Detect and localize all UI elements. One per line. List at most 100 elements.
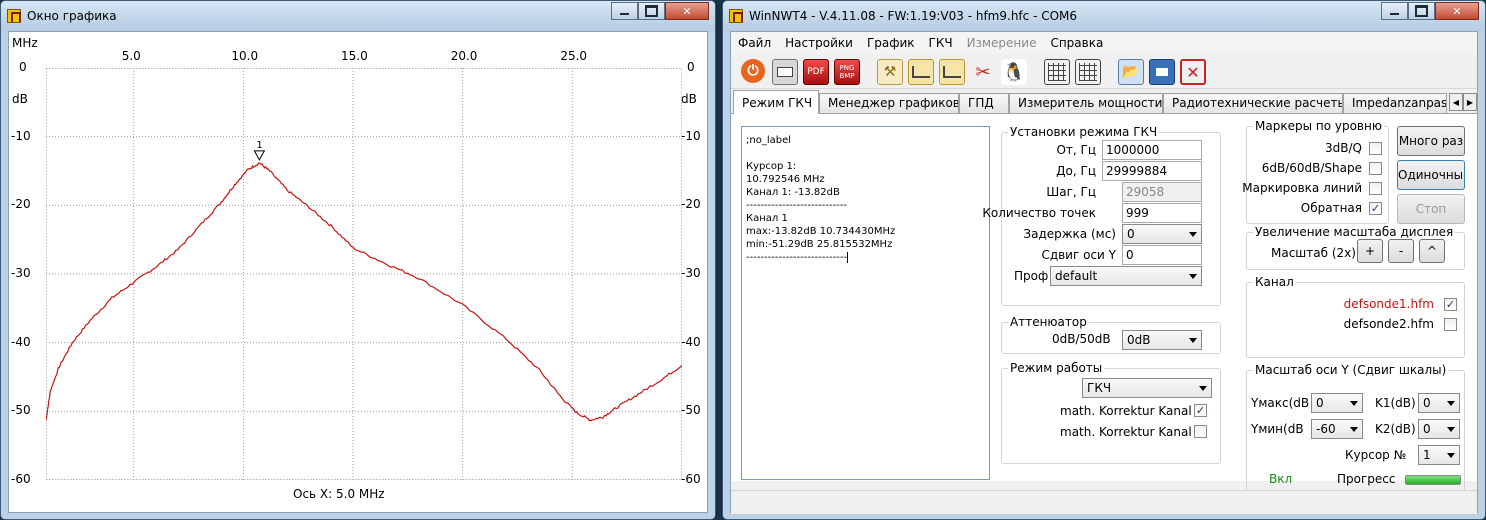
graph-window-titlebar[interactable]: Окно графика ✕ bbox=[1, 1, 715, 31]
png-bmp-export-icon[interactable]: PNG BMP bbox=[834, 59, 860, 85]
channel1-checkbox[interactable]: ✓ bbox=[1444, 298, 1457, 311]
ymin-dropdown[interactable]: -60 bbox=[1311, 419, 1363, 439]
main-window-titlebar[interactable]: WinNWT4 - V.4.11.08 - FW:1.19:V03 - hfm9… bbox=[723, 1, 1485, 31]
delay-value: 0 bbox=[1127, 227, 1135, 241]
yshift-field[interactable]: 0 bbox=[1122, 245, 1202, 265]
ymax-dropdown[interactable]: 0 bbox=[1311, 393, 1363, 413]
menu-sweep[interactable]: ГКЧ bbox=[922, 32, 960, 54]
tools-icon[interactable]: ⚒ bbox=[877, 59, 903, 85]
sweep-settings-title: Установки режима ГКЧ bbox=[1008, 125, 1160, 139]
tab-scroll-left-icon[interactable]: ◀ bbox=[1449, 93, 1463, 111]
inverse-label: Обратная bbox=[1300, 201, 1362, 215]
menu-file[interactable]: Файл bbox=[731, 32, 778, 54]
y-tick-label-left: -40 bbox=[11, 334, 31, 349]
menu-help[interactable]: Справка bbox=[1043, 32, 1110, 54]
open-folder-icon[interactable]: 📂 bbox=[1118, 59, 1144, 85]
level-markers-group: Маркеры по уровню 3dB/Q 6dB/60dB/Shape М… bbox=[1242, 119, 1389, 224]
print-icon[interactable] bbox=[772, 59, 798, 85]
profile-value: default bbox=[1055, 269, 1098, 283]
minimize-button[interactable] bbox=[611, 2, 638, 20]
display-zoom-group: Увеличение масштаба дисплея Масштаб (2x)… bbox=[1246, 225, 1465, 270]
to-field[interactable]: 29999884 bbox=[1102, 161, 1202, 181]
print-pdf-icon[interactable]: PDF bbox=[803, 59, 829, 85]
k2-value: 0 bbox=[1423, 422, 1431, 436]
tab-vfo[interactable]: ГПД bbox=[959, 93, 1009, 113]
mode-dropdown[interactable]: ГКЧ bbox=[1082, 378, 1212, 398]
maximize-button[interactable] bbox=[1408, 2, 1435, 20]
points-field[interactable]: 999 bbox=[1122, 203, 1202, 223]
single-sweep-button[interactable]: Одиночный bbox=[1397, 160, 1465, 190]
clear-x-icon[interactable] bbox=[1180, 59, 1206, 85]
marker-label: 1 bbox=[256, 140, 262, 151]
menu-graph[interactable]: График bbox=[860, 32, 922, 54]
close-button[interactable]: ✕ bbox=[665, 2, 709, 20]
y-tick-label-right: -50 bbox=[681, 403, 701, 418]
grid-settings-icon[interactable] bbox=[1075, 59, 1101, 85]
app-icon bbox=[7, 9, 21, 23]
x-tick-label: 25.0 bbox=[560, 49, 588, 63]
info-textbox[interactable]: ;no_label Курсор 1: 10.792546 MHz Канал … bbox=[741, 126, 990, 480]
attenuator-dropdown[interactable]: 0dB bbox=[1122, 330, 1202, 350]
line-marking-checkbox[interactable] bbox=[1369, 182, 1382, 195]
marker-triangle bbox=[253, 150, 266, 161]
multi-sweep-button[interactable]: Много раз bbox=[1397, 126, 1465, 156]
shape-checkbox[interactable] bbox=[1369, 162, 1382, 175]
info-line: max:-13.82dB 10.734430MHz bbox=[746, 226, 896, 237]
cursor-number-dropdown[interactable]: 1 bbox=[1418, 445, 1460, 465]
y-unit-right-label: dB bbox=[681, 92, 697, 106]
graph-area[interactable]: MHz dB dB Ось X: 5.0 MHz 5.0 10.0 15.0 20.0… bbox=[8, 31, 708, 513]
delay-dropdown[interactable]: 0 bbox=[1122, 224, 1202, 244]
tab-rf-calculations[interactable]: Радиотехнические расчеты bbox=[1163, 93, 1343, 113]
maximize-button[interactable] bbox=[638, 2, 665, 20]
info-line: Канал 1: -13.82dB bbox=[746, 187, 840, 198]
q3db-checkbox[interactable] bbox=[1369, 142, 1382, 155]
menu-bar: Файл Настройки График ГКЧ Измерение Спра… bbox=[731, 32, 1477, 54]
tab-sweep-mode[interactable]: Режим ГКЧ bbox=[733, 90, 819, 114]
y-tick-label-right: -30 bbox=[681, 266, 701, 280]
from-label: От, Гц bbox=[1056, 143, 1096, 157]
tab-impedance-match[interactable]: Impedanzanpass bbox=[1343, 93, 1447, 113]
info-line: Курсор 1: bbox=[746, 161, 797, 172]
y-tick-label-left: -30 bbox=[11, 266, 31, 280]
zoom-minus-button[interactable]: - bbox=[1388, 239, 1414, 263]
chevron-down-icon bbox=[1350, 401, 1358, 406]
from-field[interactable]: 1000000 bbox=[1102, 140, 1202, 160]
channel2-checkbox[interactable] bbox=[1444, 318, 1457, 331]
zoom-plus-button[interactable]: + bbox=[1357, 239, 1383, 263]
chevron-down-icon bbox=[1189, 232, 1197, 237]
y-tick-label-right: -20 bbox=[681, 197, 701, 212]
chart-icon[interactable] bbox=[908, 59, 934, 85]
corr1-checkbox[interactable]: ✓ bbox=[1194, 404, 1207, 417]
corr2-checkbox[interactable] bbox=[1194, 425, 1207, 438]
close-button[interactable]: ✕ bbox=[1435, 2, 1479, 20]
menu-settings[interactable]: Настройки bbox=[778, 32, 860, 54]
frequency-response-plot[interactable]: 1 bbox=[46, 68, 682, 480]
power-icon[interactable]: ⏻ bbox=[741, 59, 765, 83]
zoom-up-button[interactable]: ^ bbox=[1419, 239, 1445, 263]
cursor-number-label: Курсор № bbox=[1345, 448, 1407, 462]
corr1-label: math. Korrektur Kanal 1 bbox=[1060, 404, 1204, 418]
tab-power-meter[interactable]: Измеритель мощности bbox=[1009, 93, 1163, 113]
menu-measurement: Измерение bbox=[966, 36, 1037, 50]
y-tick-label-left: -50 bbox=[11, 403, 31, 418]
info-line: ---------------------------- bbox=[746, 200, 848, 211]
tab-graph-manager[interactable]: Менеджер графиков bbox=[819, 93, 959, 113]
k1-dropdown[interactable]: 0 bbox=[1418, 393, 1460, 413]
calibrate-icon[interactable]: ✂ bbox=[970, 59, 996, 85]
x-tick-label: 10.0 bbox=[231, 49, 259, 63]
x-tick-label: 20.0 bbox=[450, 49, 478, 63]
k1-value: 0 bbox=[1423, 396, 1431, 410]
minimize-button[interactable] bbox=[1381, 2, 1408, 20]
chevron-down-icon bbox=[1189, 274, 1197, 279]
profile-label: Проф bbox=[1014, 269, 1049, 283]
grid-k1-icon[interactable] bbox=[1044, 59, 1070, 85]
profile-dropdown[interactable]: default bbox=[1050, 266, 1202, 286]
main-window-title: WinNWT4 - V.4.11.08 - FW:1.19:V03 - hfm9… bbox=[749, 9, 1078, 23]
chart-edit-icon[interactable] bbox=[939, 59, 965, 85]
inverse-checkbox[interactable]: ✓ bbox=[1369, 202, 1382, 215]
k2-dropdown[interactable]: 0 bbox=[1418, 419, 1460, 439]
save-disk-icon[interactable] bbox=[1149, 59, 1175, 85]
tab-scroll-right-icon[interactable]: ▶ bbox=[1463, 93, 1477, 111]
sweep-settings-group: Установки режима ГКЧ От, Гц 1000000 До, … bbox=[982, 125, 1221, 306]
linux-tux-icon[interactable]: 🐧 bbox=[1001, 59, 1027, 85]
